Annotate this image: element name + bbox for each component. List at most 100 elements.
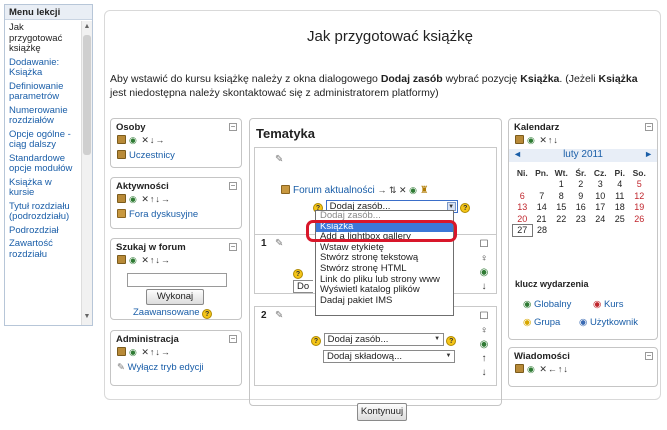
- calendar-day[interactable]: 25: [610, 213, 630, 225]
- key-user[interactable]: ◉ Użytkownik: [579, 317, 638, 328]
- calendar-day[interactable]: 20: [513, 213, 533, 225]
- minimize-icon[interactable]: −: [645, 352, 653, 360]
- calendar-day[interactable]: 17: [591, 202, 611, 214]
- eye-icon[interactable]: ◉: [527, 364, 536, 374]
- calendar-day[interactable]: 23: [571, 213, 591, 225]
- edit-mode-row[interactable]: ✎ Wyłącz tryb edycji: [111, 360, 241, 375]
- calendar-day[interactable]: 14: [532, 202, 552, 214]
- scrollbar-thumb[interactable]: [83, 35, 91, 155]
- key-global[interactable]: ◉ Globalny: [523, 299, 571, 310]
- forum-search-input[interactable]: [127, 273, 227, 287]
- add-activity-select[interactable]: Do: [293, 280, 313, 293]
- roles-icon[interactable]: [515, 135, 524, 144]
- block-controls[interactable]: ◉ ✕↑↓: [509, 133, 657, 148]
- minimize-icon[interactable]: −: [645, 123, 653, 131]
- move-controls[interactable]: ✕←↑↓: [539, 364, 569, 374]
- calendar-day[interactable]: 16: [571, 202, 591, 214]
- dropdown-option[interactable]: Dadaj pakiet IMS: [316, 295, 453, 307]
- calendar-day[interactable]: 8: [552, 190, 572, 202]
- key-course[interactable]: ◉ Kurs: [593, 299, 623, 310]
- calendar-day[interactable]: 21: [532, 213, 552, 225]
- scroll-down-icon[interactable]: ▼: [83, 313, 91, 323]
- eye-icon[interactable]: ◉: [129, 194, 138, 204]
- calendar-day[interactable]: 19: [630, 202, 650, 214]
- prev-month-icon[interactable]: ◄: [513, 149, 522, 159]
- calendar-day[interactable]: 15: [552, 202, 572, 214]
- key-group[interactable]: ◉ Grupa: [523, 317, 560, 328]
- calendar-day[interactable]: 28: [532, 225, 552, 237]
- menu-item[interactable]: Podrozdział: [9, 225, 77, 237]
- participants-row[interactable]: Uczestnicy: [111, 148, 241, 163]
- menu-item[interactable]: Tytuł rozdziału (podrozdziału): [9, 201, 77, 223]
- news-forum-link[interactable]: Forum aktualności: [293, 185, 375, 196]
- eye-icon[interactable]: ◉: [527, 135, 536, 145]
- chevron-down-icon[interactable]: ▼: [444, 352, 453, 361]
- move-controls[interactable]: ✕↑↓: [539, 135, 559, 145]
- eye-icon[interactable]: ◉: [475, 266, 493, 280]
- calendar-day[interactable]: 18: [610, 202, 630, 214]
- advanced-search-row[interactable]: Zaawansowane ?: [133, 307, 213, 319]
- pencil-icon[interactable]: ✎: [275, 154, 283, 165]
- help-icon[interactable]: ?: [311, 336, 321, 346]
- menu-item[interactable]: Dodawanie: Książka: [9, 57, 77, 79]
- calendar-day-today[interactable]: 27: [512, 224, 533, 237]
- minimize-icon[interactable]: −: [229, 243, 237, 251]
- menu-item[interactable]: Opcje ogólne - ciąg dalszy: [9, 129, 77, 151]
- calendar-day[interactable]: 9: [571, 190, 591, 202]
- dropdown-option[interactable]: Stwórz stronę HTML: [316, 263, 453, 275]
- arrow-down-icon[interactable]: ↓: [475, 366, 493, 380]
- add-resource-select[interactable]: Dodaj zasób... ▼: [323, 333, 444, 346]
- continue-button[interactable]: Kontynuuj: [357, 403, 407, 421]
- menu-item[interactable]: Książka w kursie: [9, 177, 77, 199]
- scroll-up-icon[interactable]: ▲: [83, 23, 91, 33]
- roles-icon[interactable]: [515, 364, 524, 373]
- calendar-day[interactable]: 24: [591, 213, 611, 225]
- chevron-down-icon[interactable]: ▼: [433, 335, 442, 344]
- roles-icon[interactable]: [117, 194, 126, 203]
- calendar-day[interactable]: 6: [513, 190, 533, 202]
- calendar-day[interactable]: 10: [591, 190, 611, 202]
- highlight-box-icon[interactable]: ☐: [475, 310, 493, 324]
- calendar-day[interactable]: 4: [610, 179, 630, 191]
- arrow-down-icon[interactable]: ↓: [475, 280, 493, 294]
- minimize-icon[interactable]: −: [229, 182, 237, 190]
- calendar-day[interactable]: 5: [630, 179, 650, 191]
- calendar-day[interactable]: 26: [630, 213, 650, 225]
- participants-link[interactable]: Uczestnicy: [129, 150, 175, 161]
- calendar-day[interactable]: [513, 179, 533, 191]
- calendar-day[interactable]: 22: [552, 213, 572, 225]
- help-icon[interactable]: ?: [460, 203, 471, 213]
- next-month-icon[interactable]: ►: [644, 149, 653, 159]
- highlight-box-icon[interactable]: ☐: [475, 238, 493, 252]
- arrow-up-icon[interactable]: ↑: [475, 352, 493, 366]
- block-controls[interactable]: ◉ ✕←↑↓: [509, 362, 657, 377]
- pencil-icon[interactable]: ✎: [275, 310, 283, 321]
- move-controls[interactable]: ✕↓→: [141, 135, 165, 145]
- forums-link[interactable]: Fora dyskusyjne: [129, 209, 198, 220]
- menu-item[interactable]: Definiowanie parametrów: [9, 81, 77, 103]
- calendar-day[interactable]: 7: [532, 190, 552, 202]
- calendar-day[interactable]: 13: [513, 202, 533, 214]
- bulb-icon[interactable]: ♀: [475, 324, 493, 338]
- calendar-day[interactable]: 1: [552, 179, 572, 191]
- forum-move-controls[interactable]: → ⇅ ✕: [377, 185, 406, 195]
- forums-row[interactable]: Fora dyskusyjne: [111, 207, 241, 222]
- calendar-day[interactable]: 3: [591, 179, 611, 191]
- calendar-day[interactable]: 2: [571, 179, 591, 191]
- move-controls[interactable]: ✕↑↓→: [141, 347, 171, 357]
- block-controls[interactable]: ◉ ✕↑↓→: [111, 192, 241, 207]
- eye-icon[interactable]: ◉: [129, 255, 138, 265]
- minimize-icon[interactable]: −: [229, 123, 237, 131]
- roles-icon[interactable]: [117, 255, 126, 264]
- eye-icon[interactable]: ◉: [129, 347, 138, 357]
- help-icon[interactable]: ?: [446, 336, 457, 346]
- pencil-icon[interactable]: ✎: [275, 238, 283, 249]
- menu-scrollbar[interactable]: ▲ ▼: [81, 21, 92, 325]
- minimize-icon[interactable]: −: [229, 335, 237, 343]
- bulb-icon[interactable]: ♀: [475, 252, 493, 266]
- block-controls[interactable]: ◉ ✕↑↓→: [111, 345, 241, 360]
- eye-icon[interactable]: ◉: [407, 185, 417, 195]
- calendar-month[interactable]: luty 2011: [563, 149, 603, 160]
- add-activity-select[interactable]: Dodaj składową... ▼: [323, 350, 455, 363]
- calendar-day[interactable]: 12: [630, 190, 650, 202]
